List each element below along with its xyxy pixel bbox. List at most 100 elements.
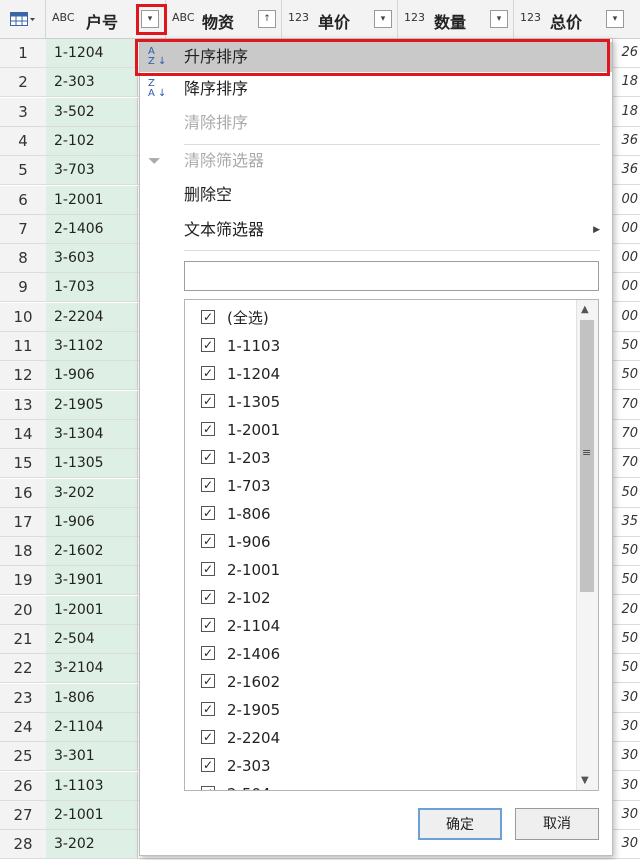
- cell-huhao[interactable]: 2-504: [46, 625, 138, 653]
- checkbox-checked-icon[interactable]: ✓: [201, 338, 215, 352]
- cell-huhao[interactable]: 3-202: [46, 830, 138, 859]
- filter-checklist-item[interactable]: ✓ 2-1001: [185, 556, 575, 584]
- cell-huhao[interactable]: 2-1406: [46, 214, 138, 243]
- checklist-item-label: 2-504: [227, 785, 271, 790]
- cell-huhao[interactable]: 2-1905: [46, 390, 138, 419]
- checklist-item-label: 1-806: [227, 505, 271, 523]
- scroll-down-icon[interactable]: ▼: [581, 775, 589, 786]
- column-header-shuliang[interactable]: 123 数量 ▾: [398, 0, 514, 38]
- cell-huhao[interactable]: 1-906: [46, 361, 138, 390]
- cancel-button[interactable]: 取消: [515, 808, 599, 840]
- cell-huhao[interactable]: 3-301: [46, 742, 138, 771]
- cell-huhao[interactable]: 1-703: [46, 273, 138, 302]
- menu-item-sort-descending[interactable]: ZA ↓ 降序排序: [140, 74, 612, 104]
- checklist-item-label: 1-203: [227, 449, 271, 467]
- filter-value-list: ✓ (全选) ✓ 1-1103 ✓ 1-1204 ✓ 1-1305 ✓ 1-2001 ✓ 1-203 ✓…: [184, 299, 599, 791]
- menu-item-label: 清除排序: [184, 113, 249, 132]
- checkbox-checked-icon[interactable]: ✓: [201, 506, 215, 520]
- row-number: 6: [0, 185, 47, 214]
- checkbox-checked-icon[interactable]: ✓: [201, 590, 215, 604]
- filter-dropdown-button[interactable]: ▾: [374, 10, 392, 28]
- cell-huhao[interactable]: 1-806: [46, 683, 138, 712]
- table-menu-button[interactable]: [0, 0, 46, 38]
- menu-item-remove-empty[interactable]: 删除空: [140, 180, 612, 210]
- cell-huhao[interactable]: 3-1901: [46, 566, 138, 595]
- cell-huhao[interactable]: 1-2001: [46, 185, 138, 214]
- filter-dropdown-button[interactable]: ▾: [606, 10, 624, 28]
- checkbox-checked-icon[interactable]: ✓: [201, 702, 215, 716]
- cell-huhao[interactable]: 3-1304: [46, 419, 138, 448]
- text-type-icon: ABC: [172, 11, 195, 24]
- checkbox-checked-icon[interactable]: ✓: [201, 646, 215, 660]
- checklist-item-label: 2-303: [227, 757, 271, 775]
- column-header-wuzi[interactable]: ABC 物资 ↑: [166, 0, 282, 38]
- sort-indicator-button[interactable]: ↑: [258, 10, 276, 28]
- checkbox-checked-icon[interactable]: ✓: [201, 562, 215, 576]
- row-number: 22: [0, 654, 47, 683]
- filter-checklist-item[interactable]: ✓ 2-1406: [185, 640, 575, 668]
- filter-checklist-item[interactable]: ✓ 1-1103: [185, 332, 575, 360]
- filter-checklist-item[interactable]: ✓ 2-1104: [185, 612, 575, 640]
- cell-huhao[interactable]: 3-202: [46, 478, 138, 507]
- cell-huhao[interactable]: 2-1001: [46, 800, 138, 829]
- checkbox-checked-icon[interactable]: ✓: [201, 450, 215, 464]
- filter-checklist-item[interactable]: ✓ 1-906: [185, 528, 575, 556]
- checkbox-checked-icon[interactable]: ✓: [201, 366, 215, 380]
- filter-checklist-item[interactable]: ✓ 1-203: [185, 444, 575, 472]
- checkbox-checked-icon[interactable]: ✓: [201, 758, 215, 772]
- table-icon: [10, 12, 35, 26]
- cell-huhao[interactable]: 1-1204: [46, 39, 138, 67]
- checkbox-checked-icon[interactable]: ✓: [201, 730, 215, 744]
- cell-huhao[interactable]: 2-1602: [46, 537, 138, 566]
- row-number: 9: [0, 273, 47, 302]
- number-type-icon: 123: [404, 11, 425, 24]
- checkbox-checked-icon[interactable]: ✓: [201, 422, 215, 436]
- row-number: 17: [0, 507, 47, 536]
- cell-huhao[interactable]: 3-1102: [46, 332, 138, 360]
- filter-checklist-item[interactable]: ✓ 1-1305: [185, 388, 575, 416]
- filter-checklist-item[interactable]: ✓ 2-1602: [185, 668, 575, 696]
- ok-button[interactable]: 确定: [418, 808, 502, 840]
- menu-item-label: 文本筛选器: [184, 220, 265, 239]
- row-number: 28: [0, 830, 47, 859]
- filter-checklist-item[interactable]: ✓ 2-102: [185, 584, 575, 612]
- cell-huhao[interactable]: 2-2204: [46, 302, 138, 331]
- cell-huhao[interactable]: 1-2001: [46, 595, 138, 624]
- cell-huhao[interactable]: 3-603: [46, 244, 138, 273]
- filter-dropdown-button[interactable]: ▾: [490, 10, 508, 28]
- filter-checklist-item[interactable]: ✓ 2-504: [185, 780, 575, 790]
- column-header-zongjia[interactable]: 123 总价 ▾: [514, 0, 640, 38]
- cell-huhao[interactable]: 2-102: [46, 126, 138, 155]
- cell-huhao[interactable]: 3-703: [46, 156, 138, 185]
- checkbox-checked-icon[interactable]: ✓: [201, 786, 215, 790]
- filter-checklist-item[interactable]: ✓ 1-2001: [185, 416, 575, 444]
- cell-huhao[interactable]: 2-303: [46, 68, 138, 97]
- checklist-item-label: 1-1103: [227, 337, 281, 355]
- checkbox-checked-icon[interactable]: ✓: [201, 478, 215, 492]
- cell-huhao[interactable]: 3-502: [46, 97, 138, 126]
- checkbox-checked-icon[interactable]: ✓: [201, 394, 215, 408]
- checkbox-checked-icon[interactable]: ✓: [201, 618, 215, 632]
- checkbox-checked-icon[interactable]: ✓: [201, 310, 215, 324]
- cell-huhao[interactable]: 1-906: [46, 507, 138, 536]
- filter-checklist-item[interactable]: ✓ 2-2204: [185, 724, 575, 752]
- filter-search-input[interactable]: [184, 261, 599, 291]
- cell-huhao[interactable]: 3-2104: [46, 654, 138, 683]
- checkbox-checked-icon[interactable]: ✓: [201, 674, 215, 688]
- scroll-up-icon[interactable]: ▲: [581, 304, 589, 315]
- filter-checklist-item[interactable]: ✓ (全选): [185, 304, 575, 332]
- filter-checklist-item[interactable]: ✓ 1-703: [185, 472, 575, 500]
- column-header-danjia[interactable]: 123 单价 ▾: [282, 0, 398, 38]
- filter-checklist-item[interactable]: ✓ 1-1204: [185, 360, 575, 388]
- filter-checklist-item[interactable]: ✓ 2-303: [185, 752, 575, 780]
- submenu-arrow-icon: ▶: [593, 225, 600, 235]
- list-scrollbar[interactable]: ▲ ≡ ▼: [576, 300, 598, 790]
- cell-huhao[interactable]: 2-1104: [46, 712, 138, 741]
- cell-huhao[interactable]: 1-1103: [46, 771, 138, 800]
- filter-checklist-item[interactable]: ✓ 1-806: [185, 500, 575, 528]
- column-name: 物资: [202, 13, 235, 32]
- filter-checklist-item[interactable]: ✓ 2-1905: [185, 696, 575, 724]
- cell-huhao[interactable]: 1-1305: [46, 449, 138, 478]
- checkbox-checked-icon[interactable]: ✓: [201, 534, 215, 548]
- menu-item-text-filters[interactable]: 文本筛选器 ▶: [140, 215, 612, 245]
